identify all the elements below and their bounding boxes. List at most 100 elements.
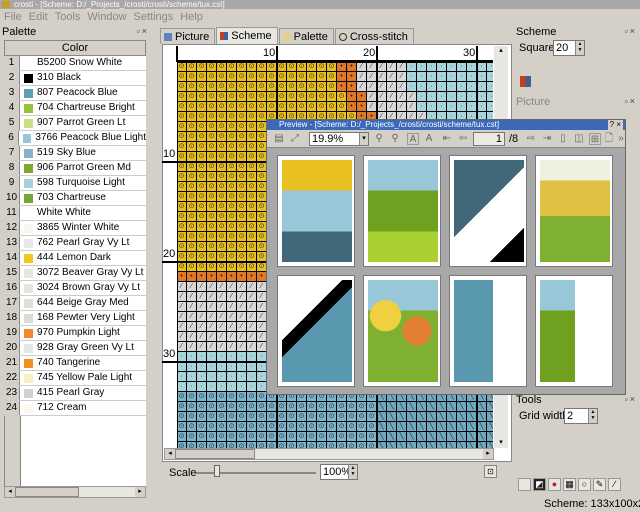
stitch-cell[interactable]: ⁄ <box>217 322 227 332</box>
stitch-cell[interactable]: ⊙ <box>197 422 207 432</box>
stitch-cell[interactable]: • <box>197 272 207 282</box>
stitch-cell[interactable]: · <box>227 362 237 372</box>
stitch-cell[interactable]: ⁄ <box>197 312 207 322</box>
stitch-cell[interactable]: ⊙ <box>177 132 187 142</box>
stitch-cell[interactable]: ⊙ <box>187 412 197 422</box>
stitch-cell[interactable]: ╲ <box>407 412 417 422</box>
stitch-cell[interactable]: ⊙ <box>257 62 267 72</box>
stitch-cell[interactable]: ⊙ <box>237 262 247 272</box>
stitch-cell[interactable]: ⊙ <box>337 422 347 432</box>
stitch-cell[interactable]: ⊙ <box>177 102 187 112</box>
stitch-cell[interactable]: ⁄ <box>217 302 227 312</box>
scale-slider-thumb[interactable] <box>214 465 220 477</box>
stitch-cell[interactable]: · <box>237 372 247 382</box>
stitch-cell[interactable]: ╲ <box>477 402 487 412</box>
stitch-cell[interactable]: ⁄ <box>377 72 387 82</box>
stitch-cell[interactable]: ╲ <box>377 402 387 412</box>
stitch-cell[interactable]: ⊙ <box>237 82 247 92</box>
stitch-cell[interactable]: ╲ <box>477 432 487 442</box>
stitch-cell[interactable]: · <box>487 62 493 72</box>
stitch-cell[interactable]: ⊙ <box>197 222 207 232</box>
menu-window[interactable]: Window <box>83 11 129 23</box>
stitch-cell[interactable]: ⊙ <box>347 422 357 432</box>
stitch-cell[interactable]: ⁄ <box>197 302 207 312</box>
stitch-cell[interactable]: ⊙ <box>237 142 247 152</box>
menu-file[interactable]: File <box>0 11 25 23</box>
stitch-cell[interactable]: • <box>357 92 367 102</box>
stitch-cell[interactable]: ⊙ <box>207 212 217 222</box>
stitch-cell[interactable]: ⊙ <box>227 142 237 152</box>
stitch-cell[interactable]: ⊙ <box>247 162 257 172</box>
stitch-cell[interactable]: ⊙ <box>257 92 267 102</box>
stitch-cell[interactable]: · <box>177 372 187 382</box>
stitch-cell[interactable]: ⁄ <box>207 302 217 312</box>
stitch-cell[interactable]: ⊙ <box>247 402 257 412</box>
stitch-cell[interactable]: ⊙ <box>187 72 197 82</box>
stitch-cell[interactable]: ⊙ <box>217 182 227 192</box>
stitch-cell[interactable]: ⁄ <box>207 312 217 322</box>
stitch-cell[interactable]: ⊙ <box>187 82 197 92</box>
stitch-cell[interactable]: ⊙ <box>217 82 227 92</box>
palette-row[interactable]: 15 3072 Beaver Gray Vy Lt <box>4 266 146 281</box>
stitch-cell[interactable]: ⊙ <box>187 92 197 102</box>
tab-picture[interactable]: Picture <box>160 28 216 44</box>
stitch-cell[interactable]: ⊙ <box>227 242 237 252</box>
stitch-cell[interactable]: • <box>227 272 237 282</box>
stitch-cell[interactable]: ⊙ <box>197 142 207 152</box>
stitch-cell[interactable]: ⊙ <box>347 432 357 442</box>
stitch-cell[interactable]: ⊙ <box>217 72 227 82</box>
stitch-cell[interactable]: ⊙ <box>237 72 247 82</box>
stitch-cell[interactable]: ⁄ <box>197 322 207 332</box>
menu-settings[interactable]: Settings <box>130 11 177 23</box>
stitch-cell[interactable]: ╲ <box>447 432 457 442</box>
stitch-cell[interactable]: · <box>187 382 197 392</box>
preview-page[interactable] <box>535 155 613 267</box>
stitch-cell[interactable]: ⊙ <box>337 432 347 442</box>
stitch-cell[interactable]: ⊙ <box>207 92 217 102</box>
stitch-cell[interactable]: ╲ <box>397 422 407 432</box>
stitch-cell[interactable]: ⁄ <box>247 312 257 322</box>
stitch-cell[interactable]: ⊙ <box>237 192 247 202</box>
stitch-cell[interactable]: ⊙ <box>287 432 297 442</box>
stitch-cell[interactable]: ⊙ <box>287 82 297 92</box>
stitch-cell[interactable]: ⁄ <box>207 292 217 302</box>
scroll-right-arrow[interactable]: ▸ <box>135 487 145 497</box>
last-page-icon[interactable]: ⇥ <box>541 133 553 145</box>
stitch-cell[interactable]: ⊙ <box>297 62 307 72</box>
stitch-cell[interactable]: ⊙ <box>307 72 317 82</box>
stitch-cell[interactable]: ⊙ <box>257 402 267 412</box>
stitch-cell[interactable]: ⊙ <box>237 232 247 242</box>
stitch-cell[interactable]: ⊙ <box>207 392 217 402</box>
stitch-cell[interactable]: · <box>247 382 257 392</box>
stitch-cell[interactable]: ⊙ <box>207 162 217 172</box>
stitch-cell[interactable]: • <box>217 272 227 282</box>
stitch-cell[interactable]: ⊙ <box>237 402 247 412</box>
stitch-cell[interactable]: ╲ <box>487 422 493 432</box>
stitch-cell[interactable]: ⊙ <box>187 172 197 182</box>
stitch-cell[interactable]: ⁄ <box>237 332 247 342</box>
stitch-cell[interactable]: ⊙ <box>187 102 197 112</box>
stitch-cell[interactable]: ⁄ <box>237 292 247 302</box>
single-page-icon[interactable]: ▯ <box>557 133 569 145</box>
stitch-cell[interactable]: ⁄ <box>357 72 367 82</box>
stitch-cell[interactable]: ⊙ <box>247 62 257 72</box>
stitch-cell[interactable]: ⊙ <box>227 82 237 92</box>
stitch-cell[interactable]: ╲ <box>407 432 417 442</box>
stitch-cell[interactable]: ⊙ <box>217 402 227 412</box>
stitch-cell[interactable]: · <box>187 362 197 372</box>
stitch-cell[interactable]: · <box>437 102 447 112</box>
stitch-cell[interactable]: ╲ <box>387 412 397 422</box>
stitch-cell[interactable]: ⊙ <box>197 402 207 412</box>
color-picker-icon[interactable]: ● <box>548 478 561 491</box>
stitch-cell[interactable]: · <box>407 62 417 72</box>
stitch-cell[interactable]: ⊙ <box>207 262 217 272</box>
stitch-cell[interactable]: ⊙ <box>227 122 237 132</box>
stitch-cell[interactable]: ⊙ <box>197 182 207 192</box>
stitch-cell[interactable]: ⊙ <box>237 92 247 102</box>
stitch-cell[interactable]: ⊙ <box>207 72 217 82</box>
stitch-cell[interactable]: ⁄ <box>247 332 257 342</box>
stitch-cell[interactable]: ⁄ <box>227 342 237 352</box>
facing-pages-icon[interactable]: ◫ <box>573 133 585 145</box>
stitch-cell[interactable]: ⊙ <box>227 192 237 202</box>
stitch-cell[interactable]: ⊙ <box>177 72 187 82</box>
